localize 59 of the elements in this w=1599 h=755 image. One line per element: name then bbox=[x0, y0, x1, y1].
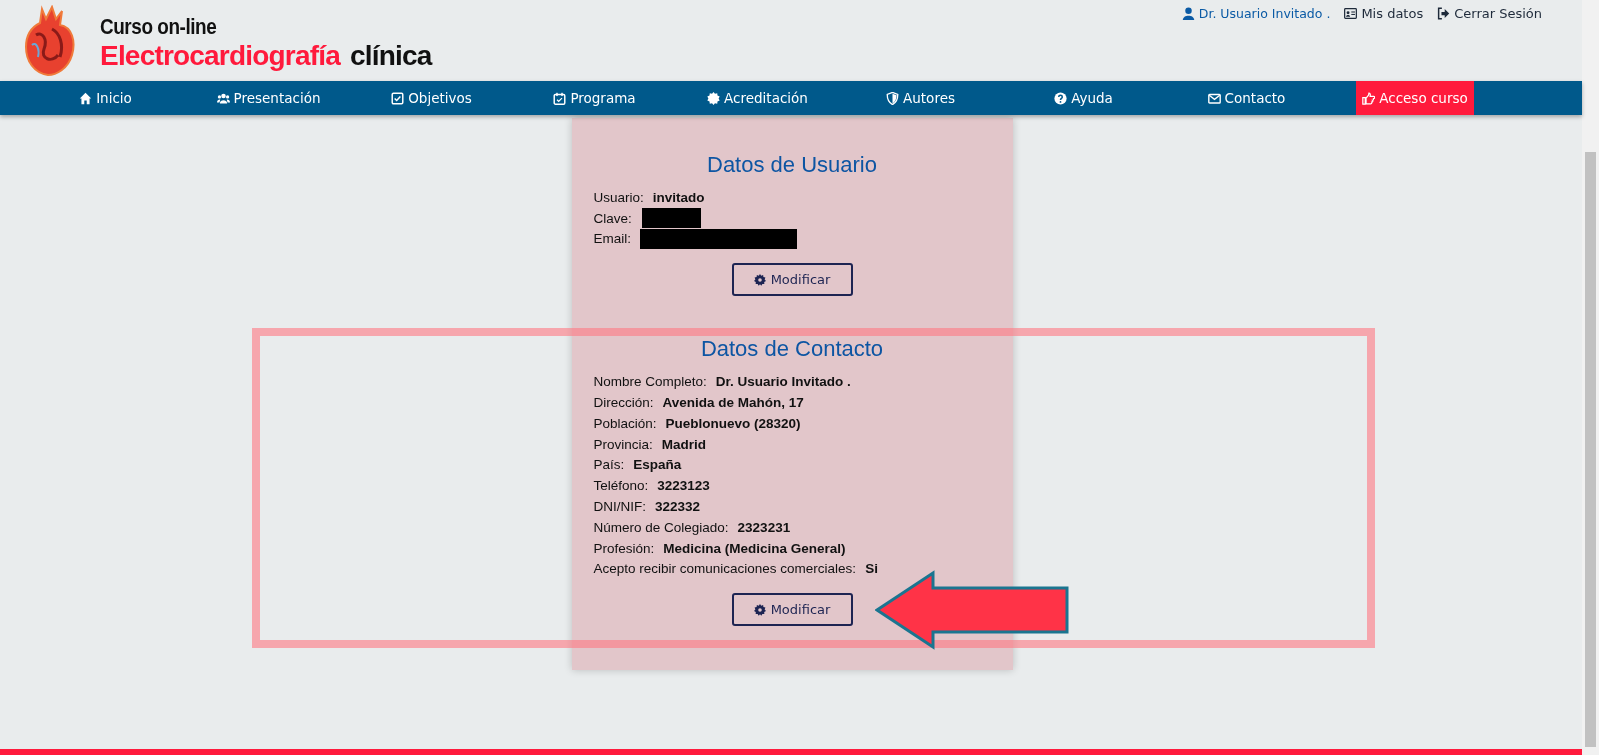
calendar-icon bbox=[553, 91, 567, 105]
field-label: País: bbox=[593, 457, 625, 473]
header-link[interactable]: Mis datos bbox=[1344, 6, 1424, 21]
mail-icon bbox=[1207, 91, 1221, 105]
field-value: Pueblonuevo (28320) bbox=[665, 415, 801, 431]
field-label: Nombre Completo: bbox=[593, 374, 707, 390]
field-label: Email: bbox=[593, 231, 631, 247]
section-heading: Datos de Contacto bbox=[699, 336, 885, 363]
field-value: Si bbox=[865, 561, 878, 577]
nav-link[interactable]: Presentación bbox=[187, 81, 350, 115]
shield-icon bbox=[886, 91, 900, 105]
field-value: 322332 bbox=[655, 499, 701, 515]
site-title: Electrocardiografía bbox=[100, 39, 340, 72]
site-title-suffix: clínica bbox=[350, 39, 432, 72]
field-value: 3223123 bbox=[657, 478, 710, 494]
modify-button[interactable]: Modificar bbox=[731, 263, 853, 297]
user-name-link[interactable]: Dr. Usuario Invitado . bbox=[1181, 6, 1331, 21]
nav-link[interactable]: Objetivos bbox=[350, 81, 513, 115]
checkbox-icon bbox=[391, 91, 405, 105]
nav-link[interactable]: Acreditación bbox=[676, 81, 839, 115]
field-value: Madrid bbox=[661, 436, 707, 452]
section-heading: Datos de Usuario bbox=[706, 152, 878, 178]
field-value: Dr. Usuario Invitado . bbox=[715, 374, 851, 390]
help-icon bbox=[1054, 91, 1068, 105]
modify-button[interactable]: Modificar bbox=[731, 593, 853, 627]
seal-icon bbox=[707, 91, 721, 105]
field-label: Clave: bbox=[593, 210, 632, 226]
nav-link[interactable]: Contacto bbox=[1165, 81, 1328, 115]
nav-link[interactable]: Autores bbox=[839, 81, 1002, 115]
person-icon bbox=[1181, 7, 1195, 20]
field-label: Dirección: bbox=[593, 395, 654, 411]
scrollbar-thumb[interactable] bbox=[1585, 152, 1596, 747]
gear-icon bbox=[753, 603, 766, 616]
field-value: Medicina (Medicina General) bbox=[663, 540, 846, 556]
field-label: Teléfono: bbox=[593, 478, 649, 494]
nav-link[interactable]: Inicio bbox=[24, 81, 187, 115]
field-label: Población: bbox=[593, 415, 657, 431]
pointing-hand-icon bbox=[1362, 91, 1376, 105]
home-icon bbox=[79, 91, 93, 105]
nav-link[interactable]: Programa bbox=[513, 81, 676, 115]
field-value: Avenida de Mahón, 17 bbox=[662, 395, 804, 411]
field-label: Número de Colegiado: bbox=[593, 519, 729, 535]
gear-icon bbox=[753, 273, 766, 286]
sign-out-icon bbox=[1437, 7, 1451, 20]
header-link[interactable]: Cerrar Sesión bbox=[1437, 6, 1542, 21]
nav-link[interactable]: Acceso curso bbox=[1356, 81, 1474, 115]
field-label: Acepto recibir comunicaciones comerciales: bbox=[593, 561, 857, 577]
id-card-icon bbox=[1344, 7, 1358, 20]
users-icon bbox=[216, 91, 230, 105]
field-label: Provincia: bbox=[593, 436, 653, 452]
field-label: Usuario: bbox=[593, 189, 644, 205]
field-label: Profesión: bbox=[593, 540, 655, 556]
scrollbar[interactable] bbox=[1582, 0, 1599, 755]
site-subtitle: Curso on-line bbox=[100, 13, 218, 40]
field-value: 2323231 bbox=[737, 519, 791, 535]
field-label: DNI/NIF: bbox=[593, 499, 646, 515]
field-value: España bbox=[633, 457, 682, 473]
nav-link[interactable]: Ayuda bbox=[1002, 81, 1165, 115]
field-value: invitado bbox=[652, 189, 705, 205]
